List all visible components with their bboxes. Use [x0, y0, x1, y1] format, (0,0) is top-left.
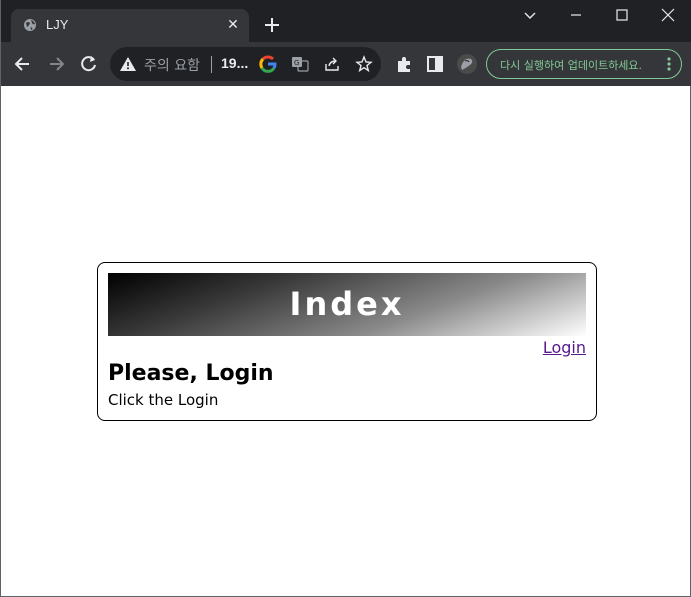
browser-window: LJY ✕ 주의 요함 19... G 다시 실행하여 업데이트하세요. Ind… — [0, 0, 691, 597]
extensions-icon[interactable] — [394, 54, 414, 74]
back-arrow-icon[interactable] — [13, 54, 33, 74]
index-card: Index Login Please, Login Click the Logi… — [97, 262, 597, 421]
page-title: Index — [289, 285, 405, 323]
url-text[interactable]: 19... — [221, 55, 248, 71]
index-banner: Index — [108, 273, 586, 336]
address-bar[interactable]: 주의 요함 19... G — [110, 47, 381, 81]
login-link[interactable]: Login — [543, 338, 586, 357]
bookmark-star-icon[interactable] — [355, 55, 373, 73]
globe-icon — [24, 19, 36, 31]
tab-search-chevron-icon[interactable] — [520, 5, 540, 25]
profile-avatar-icon[interactable] — [456, 53, 478, 75]
tab-strip: LJY ✕ — [1, 0, 691, 42]
reload-icon[interactable] — [79, 54, 99, 74]
browser-toolbar: 주의 요함 19... G 다시 실행하여 업데이트하세요. — [1, 42, 691, 86]
warning-icon — [120, 57, 136, 71]
svg-text:G: G — [294, 59, 299, 67]
update-button-label: 다시 실행하여 업데이트하세요. — [500, 59, 643, 72]
relaunch-update-button[interactable]: 다시 실행하여 업데이트하세요. — [486, 49, 682, 79]
translate-icon[interactable]: G — [291, 55, 309, 73]
browser-tab[interactable]: LJY ✕ — [11, 9, 249, 42]
login-instruction: Click the Login — [108, 391, 219, 409]
address-separator — [211, 56, 212, 73]
tab-title: LJY — [46, 17, 69, 32]
security-warning-label[interactable]: 주의 요함 — [144, 55, 200, 75]
tab-close-icon[interactable]: ✕ — [225, 17, 241, 33]
maximize-icon[interactable] — [612, 5, 632, 25]
share-icon[interactable] — [323, 55, 341, 73]
forward-arrow-icon[interactable] — [46, 54, 66, 74]
side-panel-icon[interactable] — [425, 54, 445, 74]
minimize-icon[interactable] — [566, 5, 586, 25]
google-lens-icon[interactable] — [259, 55, 277, 73]
login-heading: Please, Login — [108, 361, 274, 386]
new-tab-icon[interactable] — [262, 15, 282, 35]
close-window-icon[interactable] — [658, 5, 678, 25]
more-menu-icon[interactable] — [666, 56, 672, 72]
